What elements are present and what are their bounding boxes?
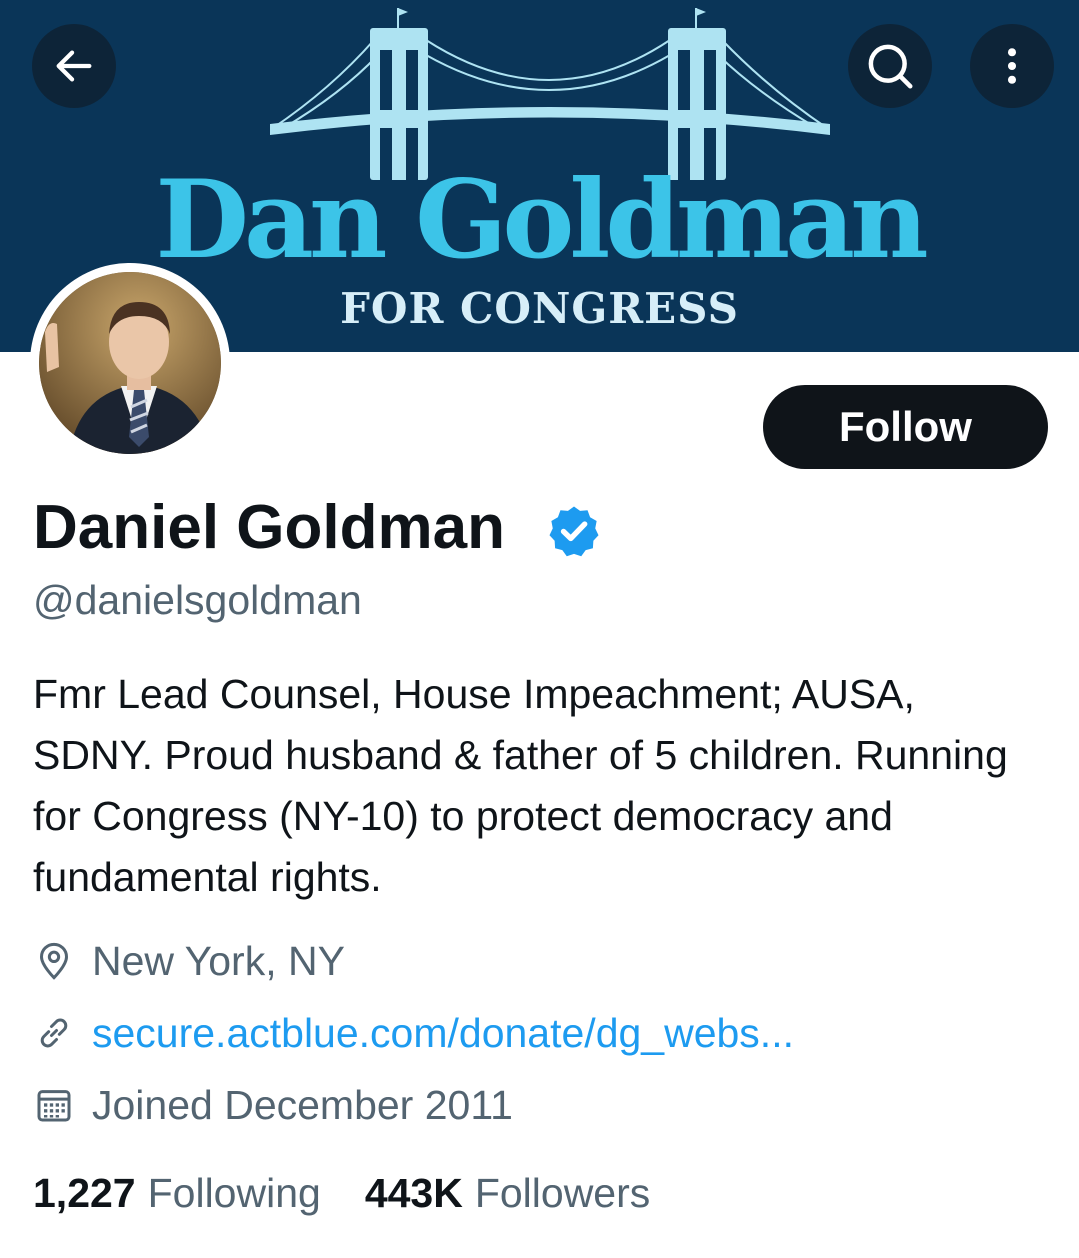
profile-display-name: Daniel Goldman xyxy=(33,493,505,562)
calendar-icon xyxy=(32,1083,76,1127)
location-pin-icon xyxy=(32,939,76,983)
follow-button[interactable]: Follow xyxy=(763,385,1048,469)
followers-count: 443K xyxy=(364,1170,463,1216)
joined-text: Joined December 2011 xyxy=(92,1081,513,1128)
search-icon xyxy=(868,44,913,89)
profile-joined-date: Joined December 2011 xyxy=(32,1080,513,1130)
search-button[interactable] xyxy=(848,24,932,108)
website-link[interactable]: secure.actblue.com/donate/dg_webs... xyxy=(92,1010,794,1057)
profile-website[interactable]: secure.actblue.com/donate/dg_webs... xyxy=(32,1008,794,1058)
followers-stat[interactable]: 443K Followers xyxy=(365,1170,650,1217)
following-count: 1,227 xyxy=(33,1170,136,1216)
following-stat[interactable]: 1,227 Following xyxy=(33,1170,321,1217)
follow-stats: 1,227 Following 443K Followers xyxy=(33,1170,650,1217)
verified-badge-icon xyxy=(549,506,599,557)
location-text: New York, NY xyxy=(92,937,345,984)
profile-handle: @danielsgoldman xyxy=(33,577,362,623)
arrow-left-icon xyxy=(56,50,92,82)
profile-bio: Fmr Lead Counsel, House Impeachment; AUS… xyxy=(33,671,1008,900)
back-button[interactable] xyxy=(32,24,116,108)
following-label: Following xyxy=(147,1170,321,1216)
more-options-button[interactable] xyxy=(970,24,1054,108)
followers-label: Followers xyxy=(474,1170,651,1216)
more-vertical-icon xyxy=(1007,48,1017,84)
banner-title: Dan Goldman xyxy=(155,157,928,283)
avatar-photo xyxy=(39,272,221,454)
profile-location: New York, NY xyxy=(32,936,345,986)
profile-avatar[interactable] xyxy=(30,263,230,463)
link-icon xyxy=(32,1011,76,1055)
